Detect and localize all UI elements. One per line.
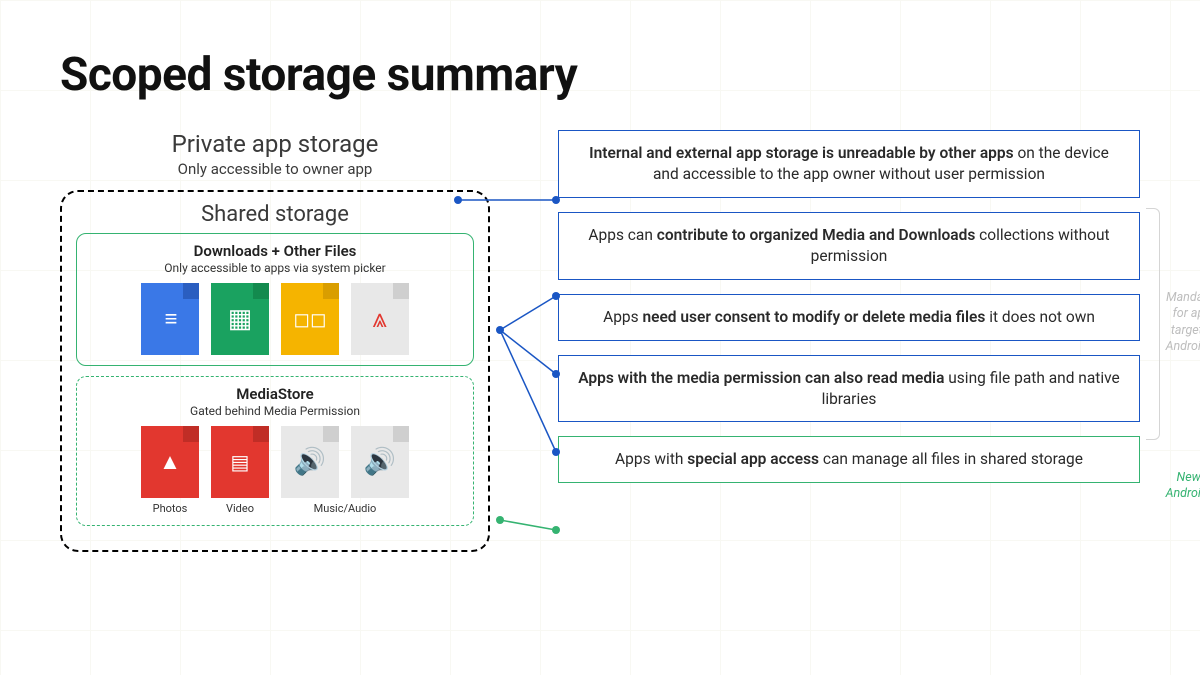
downloads-sub: Only accessible to apps via system picke… (87, 261, 463, 275)
photo-icon: ▲ (141, 426, 199, 498)
private-app-storage: Private app storage Only accessible to o… (60, 130, 490, 178)
shared-heading: Shared storage (76, 202, 474, 227)
mediastore-sub: Gated behind Media Permission (87, 404, 463, 418)
pdf-icon: ⩓ (351, 283, 409, 355)
left-column: Private app storage Only accessible to o… (60, 130, 490, 552)
slides-icon: ◻◻ (281, 283, 339, 355)
media-label: Video (211, 502, 269, 515)
note-special-access: Apps with special app access can manage … (558, 436, 1140, 483)
note-consent: Apps need user consent to modify or dele… (558, 294, 1140, 341)
mediastore-heading: MediaStore (87, 385, 463, 403)
mediastore-box: MediaStore Gated behind Media Permission… (76, 376, 474, 526)
media-label: Photos (141, 502, 199, 515)
note-media-permission: Apps with the media permission can also … (558, 355, 1140, 423)
private-sub: Only accessible to owner app (60, 160, 490, 178)
sidenote-new: New in Android 11 (1158, 470, 1200, 503)
shared-storage: Shared storage Downloads + Other Files O… (60, 190, 490, 552)
downloads-box: Downloads + Other Files Only accessible … (76, 233, 474, 366)
media-label: Music/Audio (281, 502, 409, 515)
audio-icon: 🔊 (351, 426, 409, 498)
sidenote-mandatory: Mandatory for apps targeting Android 11 (1158, 290, 1200, 355)
sheet-icon: ▦ (211, 283, 269, 355)
note-private: Internal and external app storage is unr… (558, 130, 1140, 198)
note-contribute: Apps can contribute to organized Media a… (558, 212, 1140, 280)
video-icon: ▤ (211, 426, 269, 498)
page-title: Scoped storage summary (60, 48, 1140, 102)
doc-icon: ≡ (141, 283, 199, 355)
right-column: Internal and external app storage is unr… (490, 130, 1140, 552)
private-heading: Private app storage (60, 130, 490, 158)
audio-icon: 🔊 (281, 426, 339, 498)
downloads-heading: Downloads + Other Files (87, 242, 463, 260)
slide: Scoped storage summary Private app stora… (0, 0, 1200, 675)
